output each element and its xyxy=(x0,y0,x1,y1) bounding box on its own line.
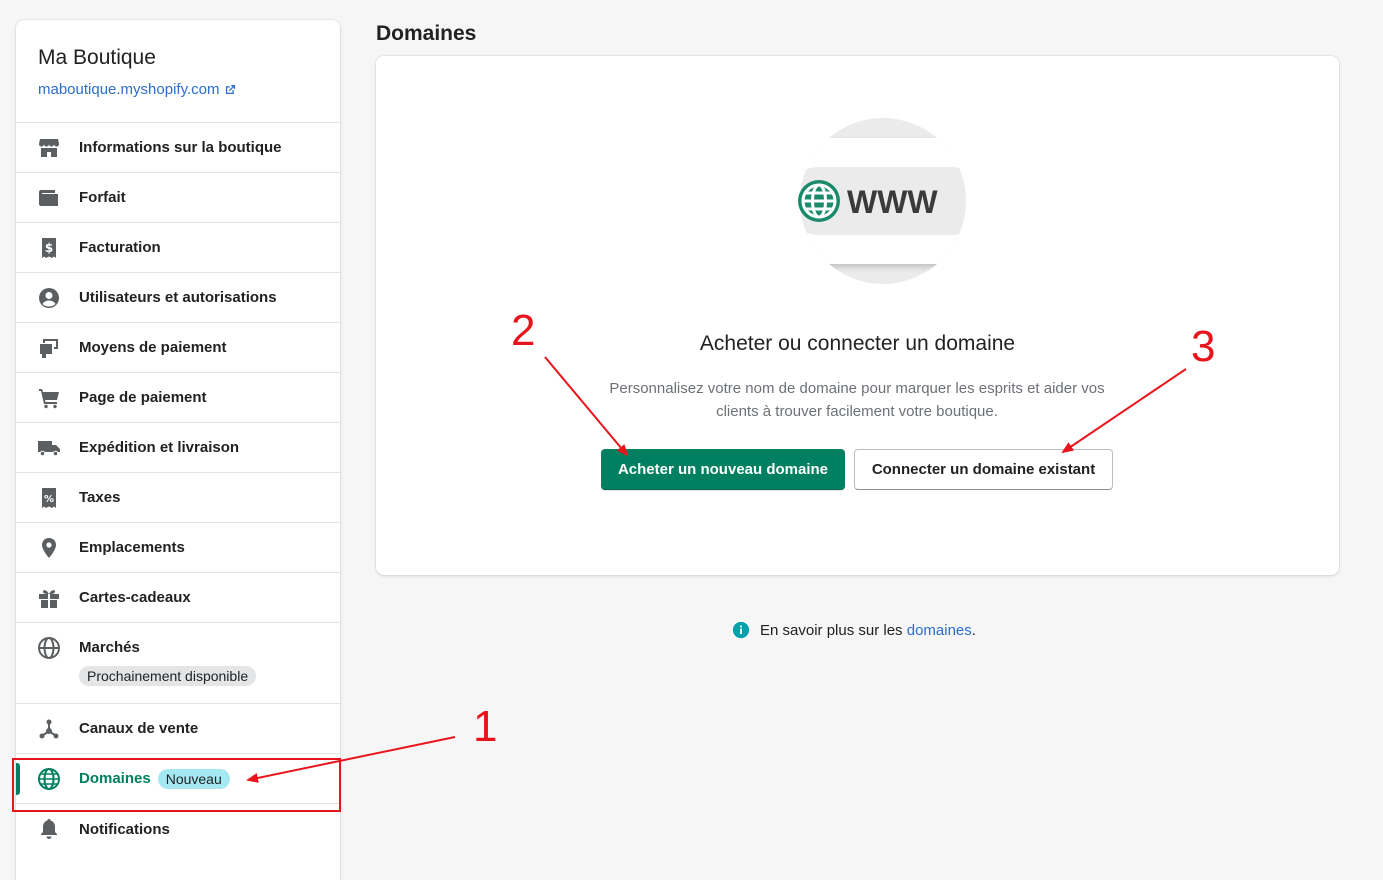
sidebar-item-gift-cards[interactable]: Cartes-cadeaux xyxy=(16,573,340,623)
sidebar-item-label: Canaux de vente xyxy=(79,720,199,737)
sidebar-item-sales-channels[interactable]: Canaux de vente xyxy=(16,704,340,754)
learn-more-footer: En savoir plus sur les domaines. xyxy=(732,621,976,639)
svg-text:%: % xyxy=(44,494,54,505)
sidebar-item-label: Page de paiement xyxy=(79,389,207,406)
location-pin-icon xyxy=(37,536,61,560)
sidebar-item-billing[interactable]: $ Facturation xyxy=(16,223,340,273)
tax-receipt-icon: % xyxy=(37,486,61,510)
sidebar-item-label: Emplacements xyxy=(79,539,185,556)
annotation-number-3: 3 xyxy=(1191,322,1216,371)
wallet-icon xyxy=(37,186,61,210)
highlight-box xyxy=(12,758,341,812)
globe-icon xyxy=(37,636,61,660)
store-url-text: maboutique.myshopify.com xyxy=(38,81,220,98)
learn-more-prefix: En savoir plus sur les xyxy=(760,621,907,639)
sidebar-item-shipping[interactable]: Expédition et livraison xyxy=(16,423,340,473)
sidebar-item-label: Moyens de paiement xyxy=(79,339,227,356)
store-icon xyxy=(37,136,61,160)
card-description: Personnalisez votre nom de domaine pour … xyxy=(609,380,1105,420)
sidebar-item-label: Forfait xyxy=(79,189,126,206)
page-title: Domaines xyxy=(376,22,477,45)
sidebar-item-label: Expédition et livraison xyxy=(79,439,240,456)
connect-existing-domain-button[interactable]: Connecter un domaine existant xyxy=(854,449,1113,490)
store-header: Ma Boutique maboutique.myshopify.com xyxy=(16,20,340,123)
sidebar-item-label: Facturation xyxy=(79,239,161,256)
bell-icon xyxy=(37,817,61,841)
buy-new-domain-button[interactable]: Acheter un nouveau domaine xyxy=(601,449,845,490)
learn-more-text: En savoir plus sur les domaines. xyxy=(760,622,976,639)
channels-icon xyxy=(37,717,61,741)
annotation-number-2: 2 xyxy=(511,306,536,355)
external-link-icon xyxy=(226,84,236,95)
sidebar-item-label: Taxes xyxy=(79,489,121,506)
domains-help-link[interactable]: domaines xyxy=(907,622,972,639)
annotation-number-1: 1 xyxy=(473,702,498,751)
sidebar-item-markets[interactable]: Marchés Prochainement disponible xyxy=(16,623,340,704)
payment-icon xyxy=(37,336,61,360)
sidebar-item-label: Utilisateurs et autorisations xyxy=(79,289,277,306)
truck-icon xyxy=(37,436,61,460)
sidebar-item-users[interactable]: Utilisateurs et autorisations xyxy=(16,273,340,323)
user-circle-icon xyxy=(37,286,61,310)
sidebar-item-label: Informations sur la boutique xyxy=(79,139,282,156)
sidebar-item-label: Cartes-cadeaux xyxy=(79,589,191,606)
www-text: WWW xyxy=(847,184,938,220)
gift-icon xyxy=(37,586,61,610)
globe-icon xyxy=(798,180,840,222)
sidebar-item-payments[interactable]: Moyens de paiement xyxy=(16,323,340,373)
sidebar-item-checkout[interactable]: Page de paiement xyxy=(16,373,340,423)
store-name: Ma Boutique xyxy=(38,46,156,69)
sidebar-item-locations[interactable]: Emplacements xyxy=(16,523,340,573)
store-url-link[interactable]: maboutique.myshopify.com xyxy=(38,81,237,98)
cart-icon xyxy=(37,386,61,410)
receipt-dollar-icon: $ xyxy=(37,236,61,260)
www-illustration: WWW xyxy=(773,118,966,284)
sidebar-item-store-info[interactable]: Informations sur la boutique xyxy=(16,123,340,173)
info-icon xyxy=(732,621,750,639)
sidebar-item-plan[interactable]: Forfait xyxy=(16,173,340,223)
sidebar-item-label: Marchés xyxy=(79,639,140,656)
sidebar-item-label: Notifications xyxy=(79,820,170,838)
coming-soon-badge: Prochainement disponible xyxy=(79,666,257,686)
svg-text:$: $ xyxy=(45,241,53,255)
sidebar-item-taxes[interactable]: % Taxes xyxy=(16,473,340,523)
learn-more-suffix: . xyxy=(971,621,976,639)
settings-sidebar: Ma Boutique maboutique.myshopify.com Inf… xyxy=(16,20,340,880)
